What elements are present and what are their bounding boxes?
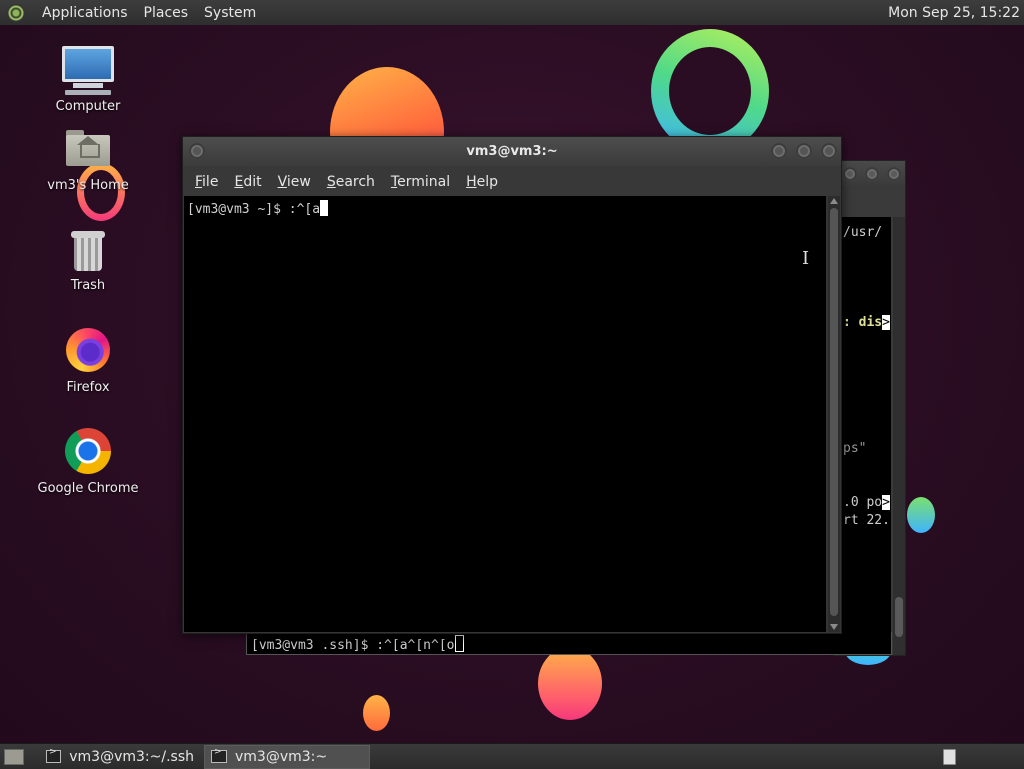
terminal-screen[interactable]: [vm3@vm3 ~]$ :^[a I <box>184 196 826 632</box>
show-desktop-icon[interactable] <box>4 748 24 765</box>
system-menu[interactable]: System <box>196 5 264 21</box>
menu-help[interactable]: Help <box>458 174 506 190</box>
desktop-icon-label: vm3's Home <box>47 178 129 193</box>
scrollbar-thumb[interactable] <box>830 208 838 616</box>
close-icon[interactable] <box>821 143 837 159</box>
terminal-window[interactable]: vm3@vm3:~ File Edit View Search Terminal… <box>182 136 842 634</box>
terminal-prompt: [vm3@vm3 ~]$ :^[a <box>187 200 329 217</box>
window-title: vm3@vm3:~ <box>466 144 558 159</box>
text-cursor <box>454 635 464 652</box>
terminal-line: /usr/ <box>843 225 883 240</box>
clock[interactable]: Mon Sep 25, 15:22 <box>888 5 1020 21</box>
back-terminal-titlebar[interactable] <box>835 161 905 189</box>
taskbar-label: vm3@vm3:~/.ssh <box>69 748 194 765</box>
terminal-titlebar[interactable]: vm3@vm3:~ <box>183 137 841 167</box>
terminal-prompt: [vm3@vm3 .ssh]$ :^[a^[n^[o <box>251 635 464 653</box>
menu-view[interactable]: View <box>270 174 319 190</box>
decor-blob <box>907 497 935 533</box>
desktop-icon-label: Firefox <box>66 380 110 395</box>
trash-applet-icon[interactable] <box>943 748 956 765</box>
desktop-icon-home[interactable]: vm3's Home <box>28 130 148 193</box>
terminal-line: rt 22. <box>843 513 890 528</box>
chrome-icon <box>65 428 111 474</box>
decor-ring <box>651 29 769 153</box>
computer-icon <box>28 46 148 95</box>
terminal-menubar: File Edit View Search Terminal Help <box>183 167 841 196</box>
terminal-line: .0 po> <box>843 495 890 510</box>
desktop-icon-trash[interactable]: Trash <box>28 231 148 293</box>
desktop-icon-label: Trash <box>70 278 106 293</box>
decor-blob <box>363 695 390 731</box>
menu-edit[interactable]: Edit <box>226 174 269 190</box>
desktop-icon-label: Google Chrome <box>37 481 139 496</box>
ibeam-cursor-icon: I <box>802 248 810 269</box>
maximize-icon[interactable] <box>796 143 812 159</box>
minimize-icon[interactable] <box>843 167 857 181</box>
menu-search[interactable]: Search <box>319 174 383 190</box>
text-cursor <box>320 200 329 216</box>
home-folder-icon <box>66 130 110 166</box>
desktop-icon-label: Computer <box>55 99 121 114</box>
terminal-icon <box>211 747 227 763</box>
terminal-scrollbar[interactable] <box>828 196 840 632</box>
places-menu[interactable]: Places <box>136 5 197 21</box>
minimize-icon[interactable] <box>771 143 787 159</box>
taskbar-button-ssh-terminal[interactable]: vm3@vm3:~/.ssh <box>40 746 202 768</box>
terminal-line: : dis> <box>843 315 890 330</box>
scroll-down-icon[interactable] <box>830 624 838 630</box>
back-terminal-window[interactable]: /usr/ : dis> ps" .0 po> rt 22. <box>834 160 906 656</box>
bottom-panel: vm3@vm3:~/.ssh vm3@vm3:~ <box>0 743 1024 769</box>
firefox-icon <box>66 328 110 372</box>
applications-menu[interactable]: Applications <box>34 5 136 21</box>
trash-icon <box>71 231 105 271</box>
maximize-icon[interactable] <box>865 167 879 181</box>
desktop-icon-firefox[interactable]: Firefox <box>28 328 148 395</box>
taskbar-label: vm3@vm3:~ <box>235 748 328 765</box>
desktop-icon-computer[interactable]: Computer <box>28 46 148 114</box>
close-icon[interactable] <box>887 167 901 181</box>
scrollbar-thumb[interactable] <box>895 597 903 637</box>
taskbar-button-home-terminal[interactable]: vm3@vm3:~ <box>204 744 370 769</box>
terminal-line: ps" <box>843 441 867 456</box>
decor-blob <box>538 647 602 720</box>
top-panel: Applications Places System Mon Sep 25, 1… <box>0 0 1024 26</box>
menu-file[interactable]: File <box>187 174 226 190</box>
back-terminal-screen[interactable]: /usr/ : dis> ps" .0 po> rt 22. <box>841 217 891 653</box>
back-terminal-scrollbar[interactable] <box>893 217 905 655</box>
desktop-icon-chrome[interactable]: Google Chrome <box>28 428 148 496</box>
back-terminal-prompt-strip[interactable]: [vm3@vm3 .ssh]$ :^[a^[n^[o <box>246 632 892 655</box>
distro-logo-icon[interactable] <box>7 3 25 22</box>
terminal-icon <box>46 747 62 763</box>
scroll-up-icon[interactable] <box>830 198 838 204</box>
menu-terminal[interactable]: Terminal <box>383 174 458 190</box>
